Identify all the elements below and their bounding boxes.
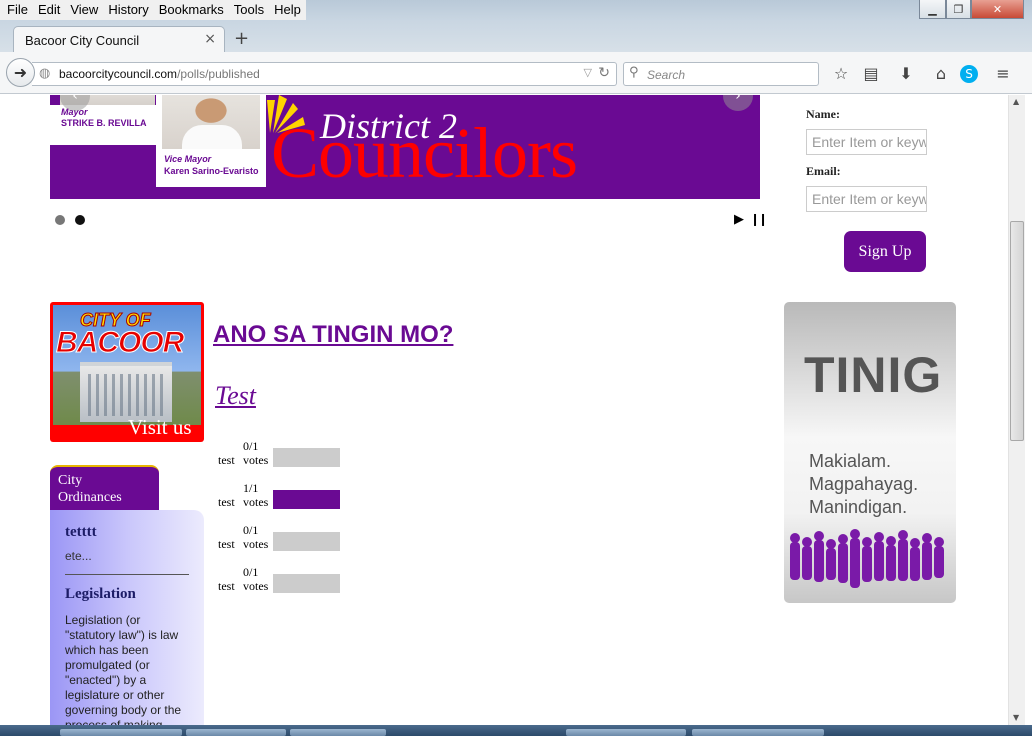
ordinance-body-2: Legislation (or "statutory law") is law …	[65, 613, 182, 725]
taskbar-item[interactable]	[566, 729, 686, 736]
tinig-title: TINIG	[804, 347, 943, 403]
scroll-up-icon[interactable]: ▲	[1013, 97, 1019, 106]
mayor-name: STRIKE B. REVILLA	[61, 118, 147, 128]
poll-fraction: 1/1	[243, 481, 259, 495]
tab-title: Bacoor City Council	[25, 33, 140, 48]
home-icon[interactable]: ⌂	[931, 64, 951, 84]
close-tab-icon[interactable]: ×	[204, 31, 216, 47]
taskbar-item[interactable]	[60, 729, 182, 736]
url-bar[interactable]: ◍ bacoorcitycouncil.com/polls/published …	[32, 62, 617, 86]
reading-list-icon[interactable]: ▤	[861, 64, 881, 84]
poll-question-link[interactable]: ANO SA TINGIN MO?	[213, 321, 453, 349]
reload-icon[interactable]: ↻	[598, 65, 610, 81]
banner-slideshow: Mayor STRIKE B. REVILLA Vice Mayor Karen…	[50, 95, 760, 199]
navigation-toolbar: ◍ bacoorcitycouncil.com/polls/published …	[0, 52, 1032, 94]
slide-next-button[interactable]: ›	[723, 95, 753, 111]
pause-icon[interactable]: ❙❙	[750, 212, 768, 226]
crowd-silhouette-graphic	[790, 529, 944, 588]
poll-option-label: test	[218, 495, 235, 509]
scroll-down-icon[interactable]: ▼	[1013, 713, 1019, 722]
name-input[interactable]	[806, 129, 927, 155]
vice-mayor-card: Vice Mayor Karen Sarino-Evaristo	[156, 95, 266, 187]
poll-title-link[interactable]: Test	[215, 381, 256, 411]
city-hall-image	[80, 362, 172, 422]
poll-option-row: 0/1 test votes	[218, 565, 348, 597]
scrollbar-thumb[interactable]	[1010, 221, 1024, 441]
poll-fraction: 0/1	[243, 523, 259, 537]
city-ordinances-tab[interactable]: City Ordinances	[50, 465, 159, 511]
poll-votes-label: votes	[243, 579, 269, 593]
menu-history[interactable]: History	[103, 0, 153, 20]
poll-votes-label: votes	[243, 537, 269, 551]
city-ordinances-label: City Ordinances	[58, 473, 122, 505]
menu-file[interactable]: File	[2, 0, 33, 20]
url-text[interactable]: bacoorcitycouncil.com/polls/published	[59, 67, 260, 81]
play-icon[interactable]: ▶	[734, 212, 744, 227]
menu-view[interactable]: View	[65, 0, 103, 20]
poll-result-bar	[273, 574, 340, 593]
ad-bacoor: BACOOR	[55, 326, 184, 360]
ordinance-excerpt-1: ete...	[65, 549, 92, 563]
poll-option-label: test	[218, 537, 235, 551]
ad-visit-us: Visit us	[128, 415, 192, 439]
divider	[65, 574, 189, 575]
search-placeholder: Search	[647, 68, 686, 82]
city-of-bacoor-ad[interactable]: CITY OF BACOOR Visit us	[50, 302, 204, 442]
poll-result-bar	[273, 490, 340, 509]
email-input[interactable]	[806, 186, 927, 212]
poll-result-bar	[273, 532, 340, 551]
email-label: Email:	[806, 164, 841, 178]
vice-mayor-role: Vice Mayor	[164, 154, 212, 164]
taskbar-item[interactable]	[290, 729, 386, 736]
mayor-card: Mayor STRIKE B. REVILLA	[50, 105, 157, 145]
url-dropdown-icon[interactable]: ▽	[584, 66, 592, 79]
poll-option-label: test	[218, 579, 235, 593]
minimize-button[interactable]: ▁	[919, 0, 946, 19]
new-tab-button[interactable]: +	[234, 28, 249, 49]
poll-result-bar	[273, 448, 340, 467]
poll-fraction: 0/1	[243, 439, 259, 453]
vice-mayor-name: Karen Sarino-Evaristo	[164, 166, 259, 176]
back-button[interactable]: ➜	[6, 58, 35, 87]
download-icon[interactable]: ⬇	[896, 64, 916, 84]
ordinance-title-1[interactable]: tetttt	[65, 524, 97, 541]
ordinances-panel: tetttt ete... Legislation Legislation (o…	[50, 510, 204, 725]
name-label: Name:	[806, 107, 840, 121]
skype-icon[interactable]: S	[960, 65, 978, 83]
slide-dot-1[interactable]	[55, 215, 65, 225]
poll-option-row: 0/1 test votes	[218, 439, 348, 471]
search-icon: ⚲	[629, 65, 639, 80]
menu-hamburger-icon[interactable]: ≡	[993, 64, 1013, 84]
poll-option-label: test	[218, 453, 235, 467]
tab-bacoor-city-council[interactable]: Bacoor City Council ×	[13, 26, 225, 53]
taskbar-item[interactable]	[692, 729, 824, 736]
globe-icon: ◍	[39, 66, 51, 81]
slide-dot-2[interactable]	[75, 215, 85, 225]
taskbar-item[interactable]	[186, 729, 286, 736]
close-window-button[interactable]: ✕	[971, 0, 1024, 19]
menu-help[interactable]: Help	[269, 0, 306, 20]
poll-fraction: 0/1	[243, 565, 259, 579]
bookmark-star-icon[interactable]: ☆	[831, 64, 851, 84]
web-page: Mayor STRIKE B. REVILLA Vice Mayor Karen…	[0, 95, 1008, 725]
sign-up-button[interactable]: Sign Up	[844, 231, 926, 272]
vertical-scrollbar[interactable]: ▲ ▼	[1008, 95, 1025, 725]
tinig-tagline: Makialam. Magpahayag. Manindigan.	[809, 451, 919, 517]
poll-option-row: 0/1 test votes	[218, 523, 348, 555]
menu-edit[interactable]: Edit	[33, 0, 65, 20]
ordinance-title-2[interactable]: Legislation	[65, 586, 136, 603]
vice-mayor-photo	[162, 95, 260, 149]
menu-bar: File Edit View History Bookmarks Tools H…	[0, 0, 306, 20]
poll-votes-label: votes	[243, 495, 269, 509]
menu-tools[interactable]: Tools	[229, 0, 269, 20]
tinig-ad[interactable]: TINIG Makialam. Magpahayag. Manindigan.	[784, 302, 956, 603]
poll-option-row: 1/1 test votes	[218, 481, 348, 513]
menu-bookmarks[interactable]: Bookmarks	[154, 0, 229, 20]
search-input[interactable]: ⚲ Search	[623, 62, 819, 86]
maximize-button[interactable]: ❐	[946, 0, 971, 19]
councilors-title: Councilors	[271, 113, 578, 193]
poll-votes-label: votes	[243, 453, 269, 467]
